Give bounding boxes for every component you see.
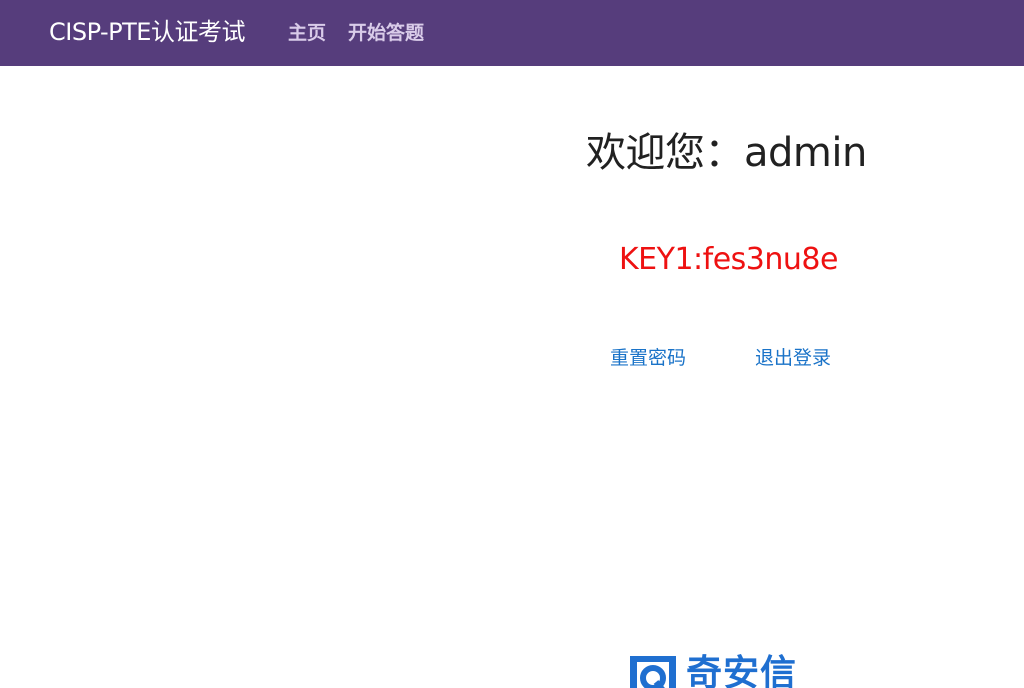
top-navbar: CISP-PTE认证考试 主页 开始答题	[0, 0, 1024, 66]
brand-title[interactable]: CISP-PTE认证考试	[49, 17, 245, 47]
qianxin-logo-icon	[630, 656, 676, 688]
qianxin-logo-text: 奇安信	[686, 654, 798, 688]
reset-password-link[interactable]: 重置密码	[610, 346, 686, 370]
key-flag-text: KEY1:fes3nu8e	[619, 242, 838, 277]
logout-link[interactable]: 退出登录	[755, 346, 831, 370]
welcome-heading: 欢迎您：admin	[586, 130, 867, 176]
nav-link-start-exam[interactable]: 开始答题	[348, 21, 424, 45]
qianxin-logo: 奇安信	[628, 654, 828, 688]
nav-link-home[interactable]: 主页	[288, 21, 326, 45]
